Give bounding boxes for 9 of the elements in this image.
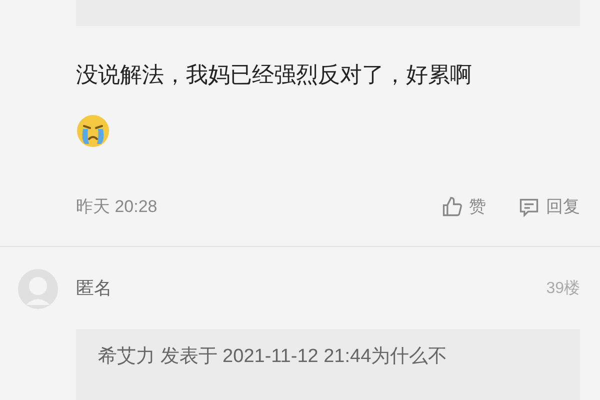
like-button[interactable]: 赞: [441, 194, 486, 220]
floor-number: 39楼: [546, 278, 580, 298]
thumbs-up-icon: [441, 196, 463, 218]
reply-button[interactable]: 回复: [518, 194, 580, 220]
author-name: 匿名: [76, 277, 112, 300]
comment-text: 没说解法，我妈已经强烈反对了，好累啊: [76, 61, 473, 89]
quote-text: 希艾力 发表于 2021-11-12 21:44为什么不: [98, 346, 448, 366]
comment-time: 昨天 20:28: [76, 196, 158, 218]
crying-emoji-icon: [76, 114, 110, 148]
